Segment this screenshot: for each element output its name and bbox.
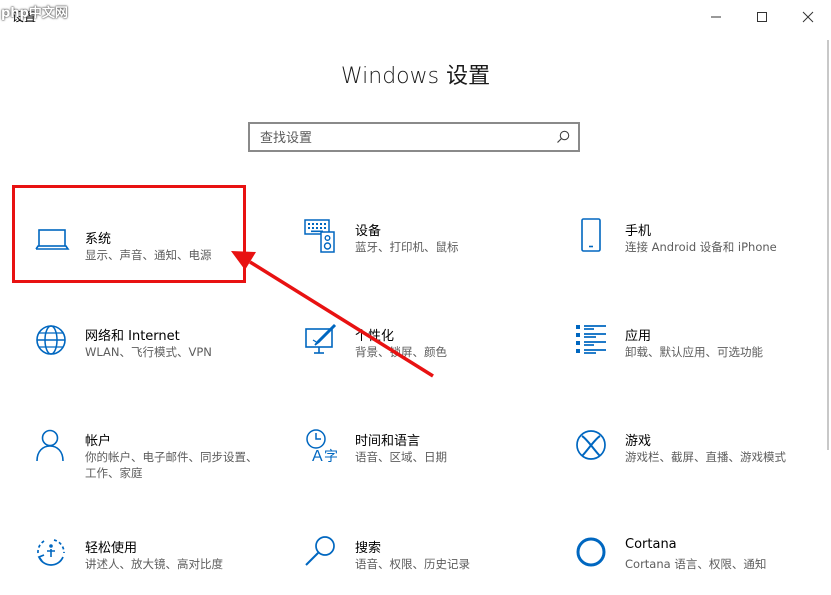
- tile-apps[interactable]: 应用 卸载、默认应用、可选功能: [574, 323, 824, 383]
- watermark-logo: php中文网: [1, 6, 68, 21]
- personalization-icon: [305, 323, 337, 354]
- time-language-icon: A 字: [306, 429, 338, 464]
- annotation-highlight-box: [12, 185, 246, 283]
- tile-phone[interactable]: 手机 连接 Android 设备和 iPhone: [574, 218, 824, 278]
- minimize-icon: [711, 16, 721, 18]
- globe-icon: [36, 325, 66, 355]
- tile-title: 应用: [625, 329, 652, 344]
- tile-title: 设备: [355, 224, 382, 239]
- apps-list-icon: [576, 325, 606, 354]
- tile-description: 你的帐户、电子邮件、同步设置、工作、家庭: [85, 450, 258, 480]
- tile-ease-of-access[interactable]: 轻松使用 讲述人、放大镜、高对比度: [34, 535, 284, 595]
- page-title: Windows 设置: [340, 64, 491, 89]
- tile-title: 网络和 Internet: [85, 329, 180, 344]
- svg-text:A: A: [312, 448, 323, 464]
- minimize-button[interactable]: [693, 0, 739, 32]
- close-button[interactable]: [785, 0, 831, 32]
- tile-description: Cortana 语言、权限、通知: [625, 557, 767, 571]
- tile-accounts[interactable]: 帐户 你的帐户、电子邮件、同步设置、工作、家庭: [34, 428, 284, 488]
- close-icon: [802, 11, 814, 23]
- tile-description: 讲述人、放大镜、高对比度: [85, 557, 223, 571]
- cortana-icon: [576, 537, 606, 567]
- search-input[interactable]: [260, 129, 550, 147]
- tile-description: 游戏栏、截屏、直播、游戏模式: [625, 450, 786, 464]
- tile-description: 蓝牙、打印机、鼠标: [355, 240, 459, 254]
- tile-title: 轻松使用: [85, 541, 138, 556]
- tile-time-language[interactable]: A 字 时间和语言 语音、区域、日期: [304, 428, 554, 488]
- scrollbar[interactable]: [827, 40, 829, 450]
- tile-title: Cortana: [625, 537, 677, 552]
- tile-description: 背景、锁屏、颜色: [355, 345, 447, 359]
- tile-search[interactable]: 搜索 语音、权限、历史记录: [304, 535, 554, 595]
- maximize-icon: [757, 12, 767, 22]
- svg-text:字: 字: [324, 449, 338, 464]
- tile-title: 搜索: [355, 541, 382, 556]
- tile-description: 语音、区域、日期: [355, 450, 447, 464]
- tile-description: 语音、权限、历史记录: [355, 557, 470, 571]
- tile-title: 帐户: [85, 434, 112, 449]
- tile-devices[interactable]: 设备 蓝牙、打印机、鼠标: [304, 218, 554, 278]
- search-box[interactable]: [248, 122, 580, 152]
- tile-title: 手机: [625, 224, 652, 239]
- tile-network[interactable]: 网络和 Internet WLAN、飞行模式、VPN: [34, 323, 284, 383]
- search-category-icon: [305, 536, 335, 566]
- search-icon[interactable]: [556, 130, 570, 144]
- xbox-icon: [576, 430, 606, 460]
- tile-title: 时间和语言: [355, 434, 421, 449]
- tile-description: 卸载、默认应用、可选功能: [625, 345, 763, 359]
- tile-description: 连接 Android 设备和 iPhone: [625, 240, 777, 254]
- title-bar: 设置 php中文网: [0, 0, 831, 32]
- ease-of-access-icon: [37, 539, 65, 566]
- tile-title: 游戏: [625, 434, 652, 449]
- tile-cortana[interactable]: Cortana Cortana 语言、权限、通知: [574, 535, 824, 595]
- phone-icon: [581, 218, 601, 252]
- tile-title: 个性化: [355, 329, 395, 344]
- devices-icon: [304, 219, 335, 253]
- maximize-button[interactable]: [739, 0, 785, 32]
- tile-personalization[interactable]: 个性化 背景、锁屏、颜色: [304, 323, 554, 383]
- tile-gaming[interactable]: 游戏 游戏栏、截屏、直播、游戏模式: [574, 428, 824, 488]
- tile-description: WLAN、飞行模式、VPN: [85, 345, 212, 359]
- person-icon: [36, 429, 64, 462]
